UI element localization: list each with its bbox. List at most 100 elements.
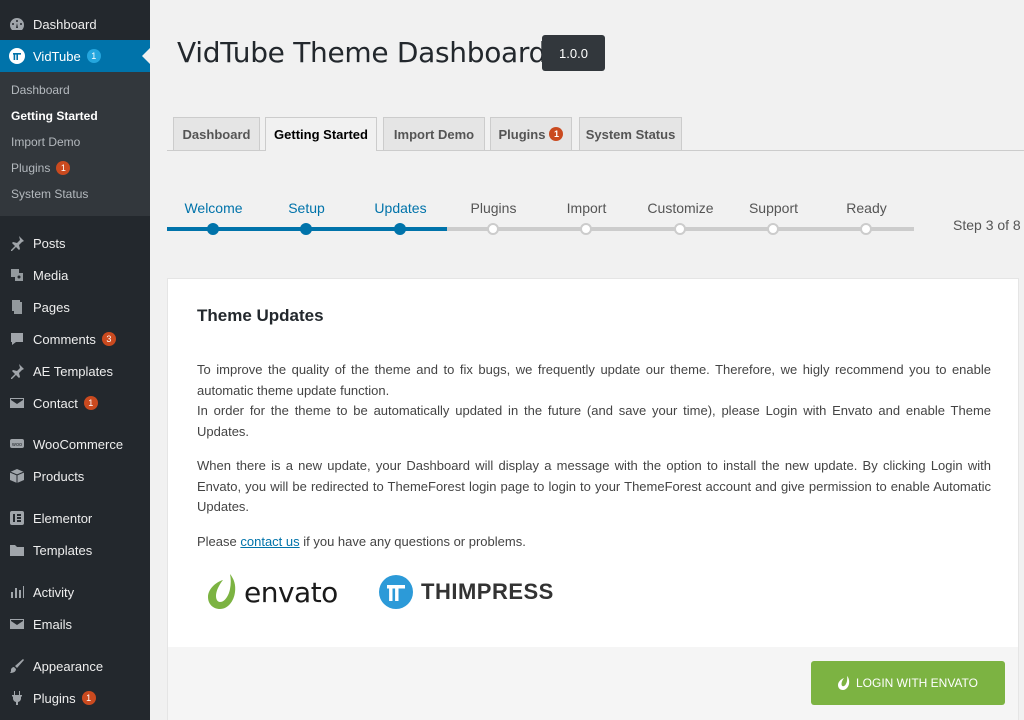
pin-icon <box>9 363 25 379</box>
vidtube-icon <box>9 48 25 64</box>
submenu-plugins-badge: 1 <box>56 161 71 175</box>
submenu-dashboard[interactable]: Dashboard <box>11 83 70 97</box>
menu-elementor[interactable]: Elementor <box>0 502 150 534</box>
media-icon <box>9 267 25 283</box>
menu-vidtube[interactable]: VidTube 1 <box>0 40 150 72</box>
step-ready[interactable]: Ready <box>820 200 913 216</box>
menu-activity[interactable]: Activity <box>0 576 150 608</box>
menu-plugins-label: Plugins <box>33 690 76 706</box>
envato-wordmark: envato <box>244 575 338 609</box>
menu-emails-label: Emails <box>33 616 73 632</box>
menu-templates-label: Templates <box>33 542 93 558</box>
card-title: Theme Updates <box>197 306 324 325</box>
step-dot <box>860 223 872 235</box>
tab-system-status[interactable]: System Status <box>579 117 682 150</box>
svg-text:woo: woo <box>12 442 22 448</box>
tab-plugins[interactable]: Plugins 1 <box>490 117 572 150</box>
elementor-icon <box>9 510 25 526</box>
menu-plugins[interactable]: Plugins 1 <box>0 682 150 714</box>
menu-vidtube-label: VidTube <box>33 48 81 64</box>
menu-comments[interactable]: Comments 3 <box>0 323 150 355</box>
login-with-envato-button[interactable]: LOGIN WITH ENVATO <box>811 661 1005 705</box>
menu-comments-label: Comments <box>33 331 96 347</box>
tab-import-demo[interactable]: Import Demo <box>383 117 485 150</box>
vidtube-submenu: Dashboard Getting Started Import Demo Pl… <box>0 72 150 216</box>
menu-dashboard[interactable]: Dashboard <box>0 8 150 40</box>
step-dot <box>207 223 219 235</box>
step-dot <box>394 223 406 235</box>
menu-dashboard-label: Dashboard <box>33 16 97 32</box>
submenu-import-demo[interactable]: Import Demo <box>11 135 80 149</box>
tab-getting-started[interactable]: Getting Started <box>265 117 377 151</box>
theme-updates-card: Theme Updates To improve the quality of … <box>167 278 1019 720</box>
intro-paragraph: To improve the quality of the theme and … <box>197 362 991 398</box>
brush-icon <box>9 658 25 674</box>
step-dot <box>580 223 592 235</box>
step-updates[interactable]: Updates <box>354 200 447 216</box>
version-badge: 1.0.0 <box>542 35 605 71</box>
pages-icon <box>9 299 25 315</box>
submenu-getting-started[interactable]: Getting Started <box>11 109 98 123</box>
menu-woocommerce-label: WooCommerce <box>33 436 124 452</box>
thimpress-wordmark: THIMPRESS <box>421 579 554 604</box>
step-counter: Step 3 of 8 <box>953 217 1021 233</box>
plug-icon <box>9 690 25 706</box>
menu-activity-label: Activity <box>33 584 75 600</box>
plugins-badge: 1 <box>81 691 96 705</box>
pin-icon <box>9 235 25 251</box>
submenu-plugins[interactable]: Plugins 1 <box>11 161 71 175</box>
menu-contact[interactable]: Contact 1 <box>0 387 150 419</box>
step-dot <box>487 223 499 235</box>
envato-logo: envato <box>206 573 338 611</box>
menu-pages-label: Pages <box>33 299 70 315</box>
activity-icon <box>9 584 25 600</box>
step-import[interactable]: Import <box>540 200 633 216</box>
menu-elementor-label: Elementor <box>33 510 93 526</box>
tab-plugins-label: Plugins <box>498 126 546 142</box>
comment-icon <box>9 331 25 347</box>
vidtube-badge: 1 <box>86 49 101 63</box>
thimpress-icon <box>379 575 413 609</box>
login-button-label: LOGIN WITH ENVATO <box>855 676 978 690</box>
update-info-paragraph: When there is a new update, your Dashboa… <box>197 458 991 514</box>
menu-media-label: Media <box>33 267 69 283</box>
envato-leaf-icon <box>208 574 236 609</box>
step-customize[interactable]: Customize <box>634 200 727 216</box>
tab-dashboard[interactable]: Dashboard <box>173 117 260 150</box>
step-dot <box>767 223 779 235</box>
contact-badge: 1 <box>83 396 98 410</box>
comments-badge: 3 <box>101 332 116 346</box>
step-welcome[interactable]: Welcome <box>167 200 260 216</box>
step-support[interactable]: Support <box>727 200 820 216</box>
thimpress-logo: THIMPRESS <box>379 575 554 609</box>
menu-posts-label: Posts <box>33 235 66 251</box>
envato-leaf-icon <box>837 676 850 690</box>
menu-media[interactable]: Media <box>0 259 150 291</box>
folder-icon <box>9 542 25 558</box>
menu-ae-templates[interactable]: AE Templates <box>0 355 150 387</box>
step-setup[interactable]: Setup <box>260 200 353 216</box>
menu-pages[interactable]: Pages <box>0 291 150 323</box>
menu-emails[interactable]: Emails <box>0 608 150 640</box>
menu-products[interactable]: Products <box>0 460 150 492</box>
instructions-paragraph: In order for the theme to be automatical… <box>197 403 991 439</box>
menu-templates[interactable]: Templates <box>0 534 150 566</box>
menu-posts[interactable]: Posts <box>0 227 150 259</box>
menu-appearance-label: Appearance <box>33 658 104 674</box>
woo-icon: woo <box>9 436 25 452</box>
contact-text-before: Please <box>197 534 241 549</box>
submenu-system-status[interactable]: System Status <box>11 187 88 201</box>
admin-sidebar: Dashboard VidTube 1 Dashboard Getting St… <box>0 0 150 720</box>
step-dot <box>300 223 312 235</box>
envelope-icon <box>9 395 25 411</box>
menu-woocommerce[interactable]: woo WooCommerce <box>0 428 150 460</box>
contact-us-link[interactable]: contact us <box>240 534 299 549</box>
page-title: VidTube Theme Dashboard <box>177 36 547 69</box>
menu-appearance[interactable]: Appearance <box>0 650 150 682</box>
step-plugins[interactable]: Plugins <box>447 200 540 216</box>
envelope-icon <box>9 616 25 632</box>
contact-text-after: if you have any questions or problems. <box>299 534 526 549</box>
submenu-plugins-label: Plugins <box>11 161 51 175</box>
dashboard-icon <box>9 16 25 32</box>
menu-ae-templates-label: AE Templates <box>33 363 113 379</box>
